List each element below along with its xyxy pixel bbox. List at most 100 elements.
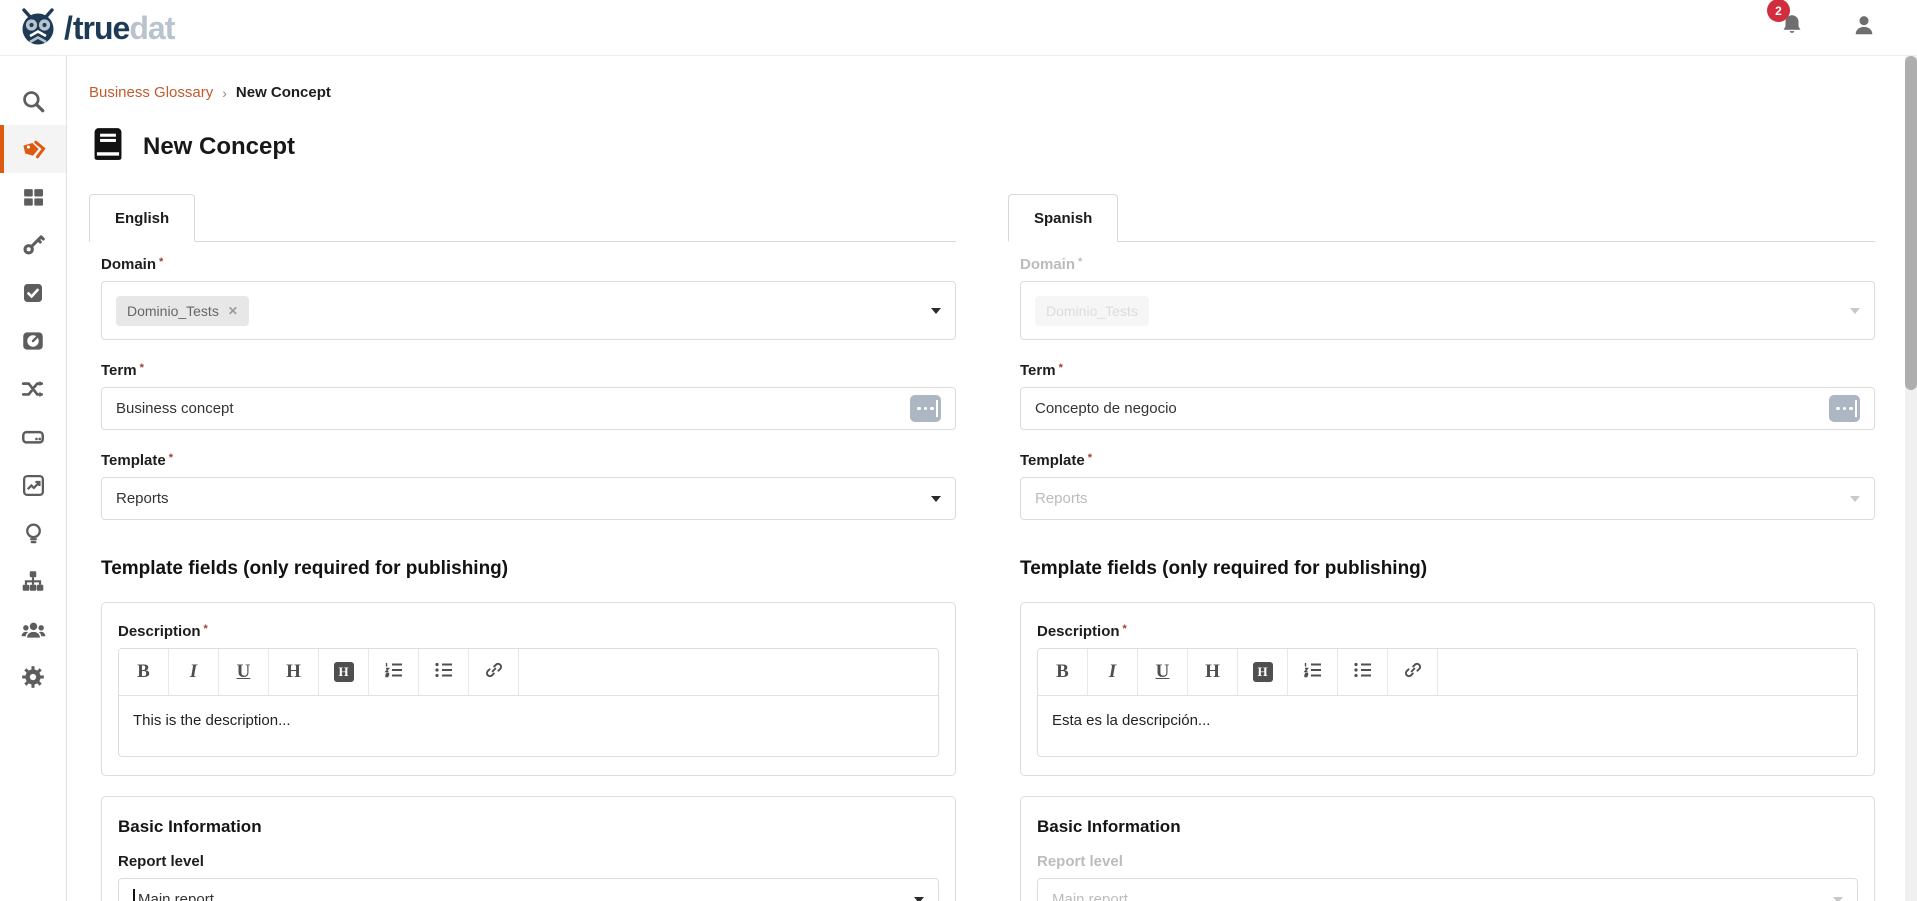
description-textarea[interactable]: This is the description... [119,696,938,756]
sidebar-item-rules[interactable] [0,269,66,317]
report-level-value: Main report [138,891,214,901]
user-icon [1851,25,1877,42]
ordered-list-icon [384,660,404,685]
ordered-list-button[interactable] [369,649,419,695]
english-tabs-row: English [89,194,956,242]
description-card: Description* B I U H H This is the d [101,602,956,776]
page-title: New Concept [143,133,295,161]
basic-information-heading: Basic Information [1037,817,1858,837]
required-asterisk: * [204,623,208,635]
notifications-button[interactable]: 2 [1779,12,1805,43]
brand-wordmark: /truedat [64,12,174,44]
underline-button[interactable]: U [1138,649,1188,695]
chevron-down-icon [931,308,941,314]
unordered-list-icon [434,660,454,685]
sidebar-item-lineage[interactable] [0,365,66,413]
check-square-icon [21,281,45,305]
breadcrumb-current: New Concept [236,84,331,101]
heading-block-button[interactable]: H [319,649,369,695]
tab-spanish[interactable]: Spanish [1008,194,1118,242]
template-fields-heading: Template fields (only required for publi… [1020,558,1875,580]
shuffle-icon [20,376,46,402]
sidebar-item-settings[interactable] [0,653,66,701]
sidebar-item-insights[interactable] [0,509,66,557]
italic-button[interactable]: I [169,649,219,695]
main-content: Business Glossary › New Concept New Conc… [67,56,1917,901]
basic-information-heading: Basic Information [118,817,939,837]
spanish-column: Spanish Domain* Dominio_Tests✕ Term* Con… [1008,194,1875,901]
chevron-down-icon [1850,496,1860,502]
bold-button[interactable]: B [119,649,169,695]
description-label: Description* [118,623,939,640]
term-label: Term* [1020,362,1875,379]
template-select[interactable]: Reports [101,477,956,520]
breadcrumb: Business Glossary › New Concept [89,84,1875,101]
bold-button[interactable]: B [1038,649,1088,695]
link-button[interactable] [469,649,519,695]
report-level-select[interactable]: Main report [118,878,939,901]
term-label: Term* [101,362,956,379]
required-asterisk: * [159,256,163,268]
description-label: Description* [1037,623,1858,640]
template-label: Template* [1020,452,1875,469]
text-expand-button[interactable] [910,395,941,422]
template-select-disabled: Reports [1020,477,1875,520]
sidebar-item-search[interactable] [0,77,66,125]
scrollbar-track[interactable] [1905,56,1917,901]
required-asterisk: * [1059,362,1063,374]
link-button[interactable] [1388,649,1438,695]
report-level-label: Report level [1037,853,1858,870]
sidebar-nav [0,56,67,901]
sitemap-icon [20,568,46,594]
sidebar-item-glossary[interactable] [0,125,66,173]
sidebar-item-quality[interactable] [0,317,66,365]
underline-button[interactable]: U [219,649,269,695]
gear-icon [20,664,46,690]
sidebar-item-permissions[interactable] [0,221,66,269]
sidebar-item-structures[interactable] [0,413,66,461]
breadcrumb-business-glossary-link[interactable]: Business Glossary [89,84,213,101]
breadcrumb-separator: › [222,85,227,101]
scrollbar-thumb[interactable] [1905,56,1917,390]
grid-icon [21,185,46,210]
heading-button[interactable]: H [269,649,319,695]
italic-button[interactable]: I [1088,649,1138,695]
chevron-down-icon [1833,897,1843,901]
term-input[interactable]: Concepto de negocio [1020,387,1875,430]
rich-text-editor: B I U H H This is the description... [118,648,939,757]
term-input[interactable]: Business concept [101,387,956,430]
rich-text-editor: B I U H H Esta es la descripción... [1037,648,1858,757]
sidebar-item-users[interactable] [0,605,66,653]
tab-english[interactable]: English [89,194,195,242]
lightbulb-icon [21,521,46,546]
sidebar-item-dashboards[interactable] [0,173,66,221]
user-menu-button[interactable] [1851,12,1877,43]
chip-remove-icon[interactable]: ✕ [228,305,238,317]
truedat-logo[interactable]: /truedat [16,7,174,49]
required-asterisk: * [1088,452,1092,464]
domain-select[interactable]: Dominio_Tests✕ [101,281,956,340]
spanish-tabs-row: Spanish [1008,194,1875,242]
ordered-list-button[interactable] [1288,649,1338,695]
bell-icon [1779,25,1805,42]
template-label: Template* [101,452,956,469]
unordered-list-button[interactable] [1338,649,1388,695]
sidebar-item-analytics[interactable] [0,461,66,509]
link-icon [483,659,505,686]
unordered-list-button[interactable] [419,649,469,695]
book-icon [89,125,127,168]
domain-chip: Dominio_Tests✕ [116,296,249,326]
link-icon [1402,659,1424,686]
text-expand-button[interactable] [1829,395,1860,422]
users-icon [20,616,47,643]
notification-count-badge: 2 [1767,0,1790,22]
template-value: Reports [116,490,169,507]
heading-block-button[interactable]: H [1238,649,1288,695]
gauge-icon [20,328,46,354]
sidebar-item-taxonomy[interactable] [0,557,66,605]
unordered-list-icon [1353,660,1373,685]
heading-button[interactable]: H [1188,649,1238,695]
domain-select-disabled: Dominio_Tests✕ [1020,281,1875,340]
required-asterisk: * [140,362,144,374]
description-textarea[interactable]: Esta es la descripción... [1038,696,1857,756]
